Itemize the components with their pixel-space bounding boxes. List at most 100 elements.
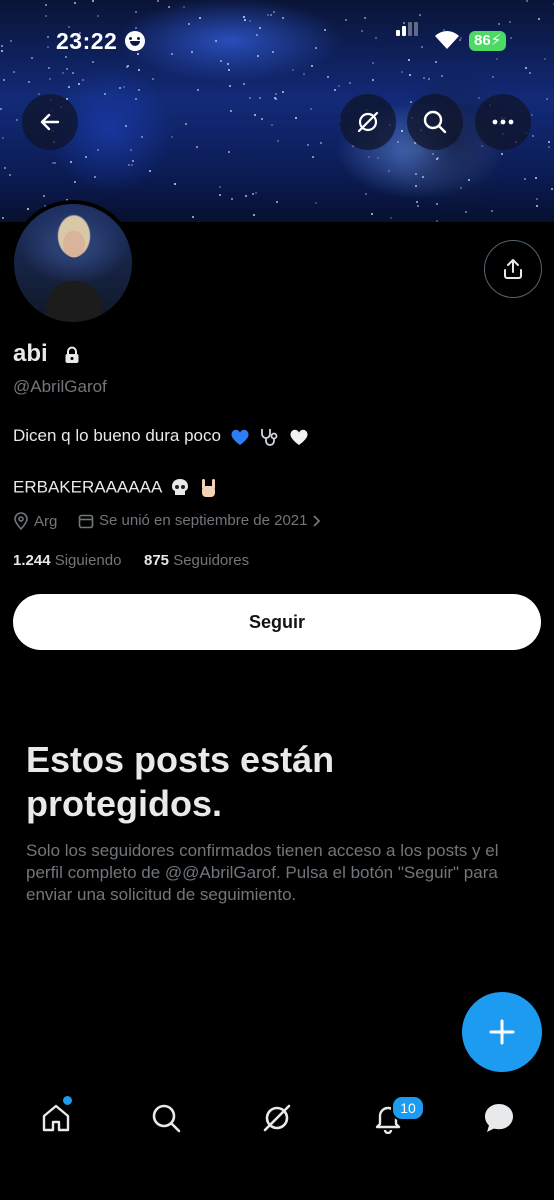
bio-line-2: ERBAKERAAAAAA bbox=[13, 477, 219, 499]
banner-light-speck bbox=[16, 119, 18, 121]
banner-light-speck bbox=[436, 158, 438, 160]
banner-light-speck bbox=[415, 185, 417, 187]
calendar-icon bbox=[78, 514, 94, 528]
banner-light-speck bbox=[94, 176, 96, 178]
more-button[interactable] bbox=[475, 94, 531, 150]
search-icon bbox=[423, 110, 447, 134]
compose-button[interactable] bbox=[462, 992, 542, 1072]
banner-light-speck bbox=[491, 210, 493, 212]
follow-button[interactable]: Seguir bbox=[13, 594, 541, 650]
banner-light-speck bbox=[390, 217, 392, 219]
tab-grok[interactable] bbox=[257, 1098, 297, 1138]
banner-light-speck bbox=[245, 195, 247, 197]
banner-light-speck bbox=[465, 211, 467, 213]
banner-light-speck bbox=[141, 136, 143, 138]
banner-light-speck bbox=[415, 173, 417, 175]
following-label: Siguiendo bbox=[54, 552, 122, 569]
battery-indicator: 86⚡ bbox=[469, 31, 507, 51]
banner-light-speck bbox=[546, 98, 548, 100]
status-time: 23:22 bbox=[56, 28, 118, 54]
joined-row[interactable]: Se unió en septiembre de 2021 bbox=[78, 512, 322, 529]
white-heart-icon bbox=[290, 429, 308, 445]
chevron-right-icon bbox=[313, 514, 321, 527]
banner-light-speck bbox=[219, 186, 221, 188]
notifications-badge: 10 bbox=[391, 1095, 425, 1121]
banner-light-speck bbox=[185, 123, 187, 125]
banner-light-speck bbox=[397, 141, 399, 143]
status-bar: 23:22 86⚡ bbox=[0, 0, 554, 80]
banner-light-speck bbox=[254, 114, 256, 116]
banner-light-speck bbox=[548, 146, 550, 148]
tab-messages[interactable] bbox=[479, 1098, 519, 1138]
banner-light-speck bbox=[532, 135, 534, 137]
banner-light-speck bbox=[338, 85, 340, 87]
search-icon bbox=[152, 1104, 181, 1133]
back-button[interactable] bbox=[22, 94, 78, 150]
banner-light-speck bbox=[85, 156, 87, 158]
tab-search[interactable] bbox=[146, 1098, 186, 1138]
rock-hand-icon bbox=[201, 479, 215, 497]
focus-mode-icon bbox=[125, 31, 145, 51]
joined-text: Se unió en septiembre de 2021 bbox=[99, 512, 308, 529]
banner-light-speck bbox=[74, 181, 76, 183]
followers-count: 875 bbox=[144, 552, 170, 569]
banner-light-speck bbox=[275, 98, 277, 100]
banner-light-speck bbox=[410, 101, 412, 103]
banner-light-speck bbox=[295, 117, 297, 119]
banner-light-speck bbox=[320, 142, 322, 144]
banner-light-speck bbox=[275, 93, 277, 95]
following-link[interactable]: 1.244 Siguiendo bbox=[13, 552, 121, 569]
banner-light-speck bbox=[334, 89, 336, 91]
bio-line-1: Dicen q lo bueno dura poco bbox=[13, 426, 309, 447]
share-button[interactable] bbox=[484, 240, 542, 298]
banner-light-speck bbox=[174, 183, 176, 185]
search-button[interactable] bbox=[407, 94, 463, 150]
stethoscope-icon bbox=[261, 428, 278, 446]
banner-light-speck bbox=[310, 108, 312, 110]
banner-light-speck bbox=[192, 216, 194, 218]
banner-light-speck bbox=[271, 124, 273, 126]
banner-light-speck bbox=[9, 174, 11, 176]
banner-light-speck bbox=[68, 86, 70, 88]
banner-light-speck bbox=[388, 170, 390, 172]
banner-light-speck bbox=[0, 108, 2, 110]
home-icon bbox=[42, 1104, 70, 1132]
banner-light-speck bbox=[481, 145, 483, 147]
banner-light-speck bbox=[132, 160, 134, 162]
banner-light-speck bbox=[417, 205, 419, 207]
share-icon bbox=[504, 259, 522, 279]
banner-light-speck bbox=[229, 85, 231, 87]
bio-line-2-text: ERBAKERAAAAAA bbox=[13, 477, 162, 497]
grok-button[interactable] bbox=[340, 94, 396, 150]
protected-text: Solo los seguidores confirmados tienen a… bbox=[26, 841, 499, 904]
grok-icon bbox=[263, 1104, 291, 1132]
banner-light-speck bbox=[377, 157, 379, 159]
protected-title: Estos posts están protegidos. bbox=[26, 739, 335, 824]
banner-light-speck bbox=[276, 201, 278, 203]
followers-label: Seguidores bbox=[173, 552, 250, 569]
banner-light-speck bbox=[78, 83, 80, 85]
banner-light-speck bbox=[123, 86, 125, 88]
banner-light-speck bbox=[401, 130, 403, 132]
banner-light-speck bbox=[255, 192, 257, 194]
banner-light-speck bbox=[436, 203, 438, 205]
banner-light-speck bbox=[315, 202, 317, 204]
banner-light-speck bbox=[228, 151, 230, 153]
profile-handle: @AbrilGarof bbox=[13, 377, 107, 396]
banner-light-speck bbox=[524, 178, 526, 180]
followers-link[interactable]: 875 Seguidores bbox=[144, 552, 249, 569]
banner-light-speck bbox=[368, 156, 370, 158]
banner-light-speck bbox=[436, 220, 438, 222]
banner-light-speck bbox=[149, 170, 151, 172]
banner-light-speck bbox=[312, 156, 314, 158]
banner-light-speck bbox=[277, 140, 279, 142]
banner-light-speck bbox=[197, 89, 199, 91]
location-icon bbox=[14, 512, 28, 530]
blue-heart-icon bbox=[231, 429, 249, 445]
banner-light-speck bbox=[28, 81, 30, 83]
banner-light-speck bbox=[531, 114, 533, 116]
location-text: Arg bbox=[34, 512, 58, 530]
banner-light-speck bbox=[478, 97, 480, 99]
avatar[interactable] bbox=[10, 200, 136, 326]
banner-light-speck bbox=[230, 110, 232, 112]
